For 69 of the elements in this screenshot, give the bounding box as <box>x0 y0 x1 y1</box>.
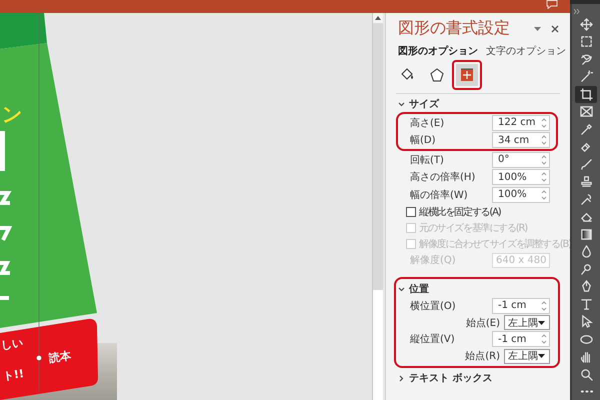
spinner-icon[interactable] <box>541 116 547 129</box>
spin-field[interactable]: 100% <box>492 169 550 186</box>
marquee-icon <box>580 35 592 48</box>
drop-icon <box>580 245 592 258</box>
spinner-icon[interactable] <box>541 188 547 201</box>
stamp-icon <box>580 175 592 188</box>
options-tab[interactable]: 図形のオプション <box>398 43 478 59</box>
magic-wand-icon <box>580 70 592 84</box>
field-label: 高さの倍率(H) <box>410 170 476 184</box>
spin-field[interactable]: 100% <box>492 186 550 203</box>
field-label: 幅の倍率(W) <box>410 188 469 202</box>
size-layout-icon <box>460 68 474 82</box>
options-tab[interactable]: 文字のオプション <box>486 43 566 59</box>
history-brush-icon <box>580 192 592 206</box>
spinner-icon[interactable] <box>541 134 547 146</box>
spinner-icon[interactable] <box>541 333 547 346</box>
field-label: 始点(E) <box>466 316 500 330</box>
chevron-down-icon <box>398 286 405 292</box>
collapse-icon[interactable] <box>574 9 580 15</box>
spin-field[interactable]: 122 cm <box>492 114 550 131</box>
field-label: 回転(T) <box>410 154 445 167</box>
field-label: 始点(R) <box>465 350 500 363</box>
brush-icon <box>580 158 592 171</box>
field-label: 縦位置(V) <box>410 332 456 346</box>
banner-text: ト!! <box>2 366 25 384</box>
zoom-icon <box>580 368 592 381</box>
pentagon-icon <box>430 68 444 82</box>
banner-text: しい <box>0 334 24 353</box>
arrow-cursor-icon <box>580 315 592 328</box>
banner-text: 読本 <box>48 348 72 366</box>
crop-icon <box>580 88 592 101</box>
dropdown[interactable]: 左上隅 <box>504 348 550 364</box>
scroll-up-button[interactable] <box>373 13 383 23</box>
caret-icon <box>534 26 540 30</box>
section-header[interactable]: 位置 <box>398 281 556 297</box>
spin-field[interactable]: -1 cm <box>492 331 550 348</box>
field-label: 高さ(E) <box>410 116 446 130</box>
spin-field[interactable]: 0° <box>492 152 550 168</box>
spinner-icon[interactable] <box>541 300 547 312</box>
field-label: 横位置(O) <box>410 300 457 313</box>
chevron-right-icon <box>398 374 405 382</box>
checkbox-option[interactable]: 縦横比を固定する(A) <box>400 204 500 220</box>
spinner-icon[interactable] <box>541 171 547 184</box>
lasso-icon <box>580 52 592 66</box>
chevron-down-icon <box>398 100 405 108</box>
type-icon <box>580 298 592 311</box>
dodge-icon <box>580 262 592 276</box>
section-header[interactable]: サイズ <box>398 96 556 112</box>
dropdown[interactable]: 左上隅 <box>504 315 550 330</box>
move-icon <box>580 18 592 31</box>
banner-text: ン <box>2 101 22 128</box>
eraser-icon <box>580 210 592 224</box>
caret-icon <box>538 354 545 358</box>
field-label: 幅(D) <box>410 134 437 148</box>
close-icon <box>551 24 559 32</box>
comment-icon[interactable] <box>546 0 558 9</box>
scrollbar[interactable] <box>372 13 383 400</box>
spin-field[interactable]: -1 cm <box>492 298 550 314</box>
caret-icon <box>538 320 545 324</box>
tool-button[interactable] <box>575 86 597 102</box>
pen-icon <box>580 280 592 294</box>
spin-field[interactable]: 34 cm <box>492 132 550 148</box>
section-header[interactable]: テキスト ボックス <box>398 370 556 386</box>
field-label: 解像度(Q) <box>410 254 457 268</box>
gradient-icon <box>580 228 592 241</box>
panel-title: 図形の書式設定 <box>398 18 511 39</box>
spinner-icon[interactable] <box>541 154 547 166</box>
frame-icon <box>580 105 592 118</box>
eyedropper-icon <box>580 122 592 136</box>
